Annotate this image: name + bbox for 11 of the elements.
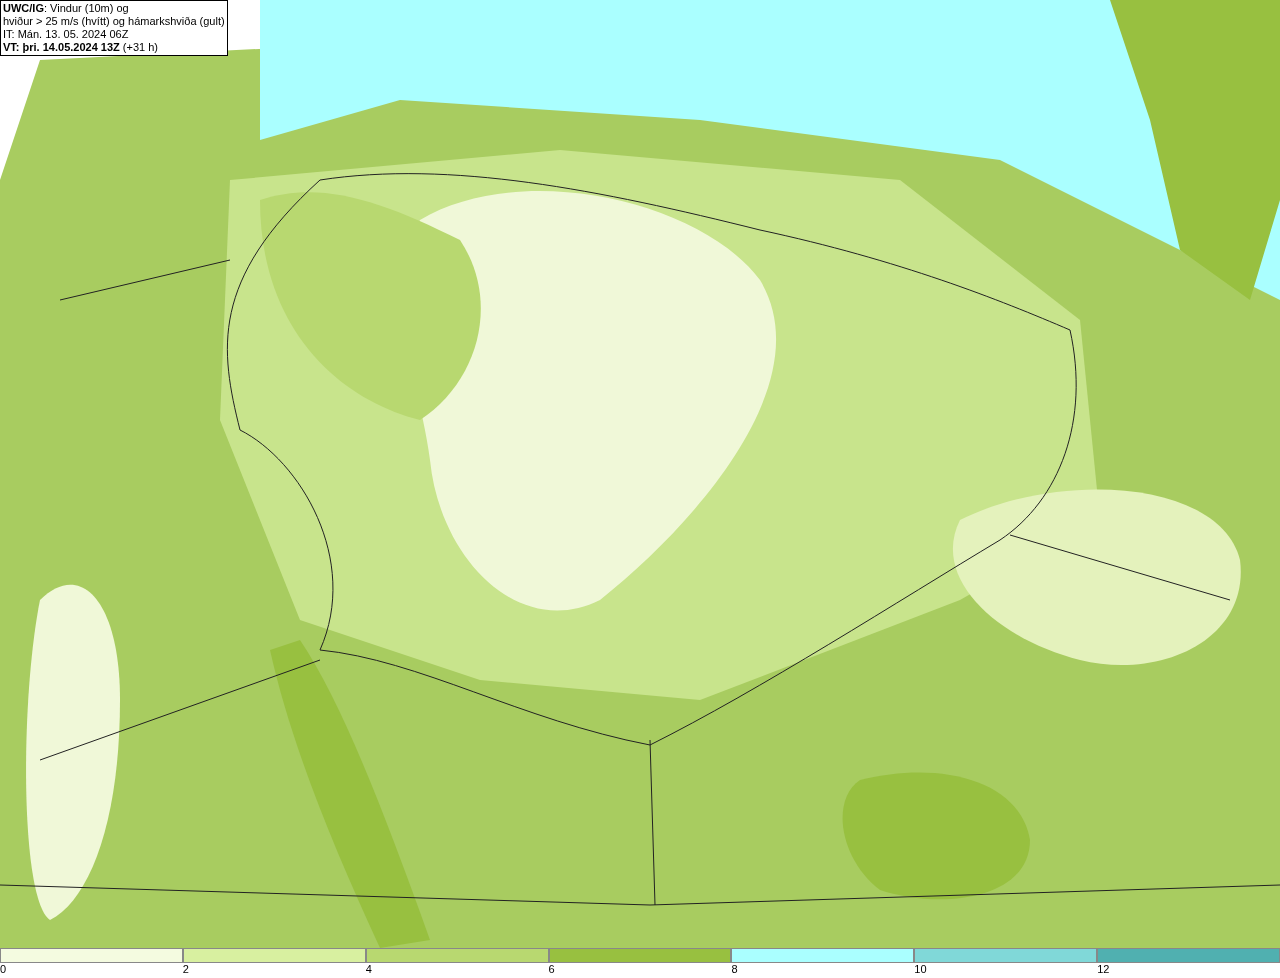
title-line: UWC/IG: Vindur (10m) og (3, 2, 130, 15)
title-line: IT: Mán. 13. 05. 2024 06Z (3, 28, 130, 41)
legend-tick-label: 10 (914, 963, 927, 976)
title-line: VT: þri. 14.05.2024 13Z (+31 h) (3, 41, 159, 54)
legend-tick-label: 8 (731, 963, 738, 976)
legend-tick-label: 12 (1097, 963, 1110, 976)
legend-tick-label: 2 (182, 963, 189, 976)
legend-tick-label: 0 (0, 963, 7, 976)
legend-tick-label: 6 (548, 963, 555, 976)
legend-tick-label: 4 (365, 963, 372, 976)
title-line: hviður > 25 m/s (hvítt) og hámarkshviða (gult) (3, 15, 225, 28)
